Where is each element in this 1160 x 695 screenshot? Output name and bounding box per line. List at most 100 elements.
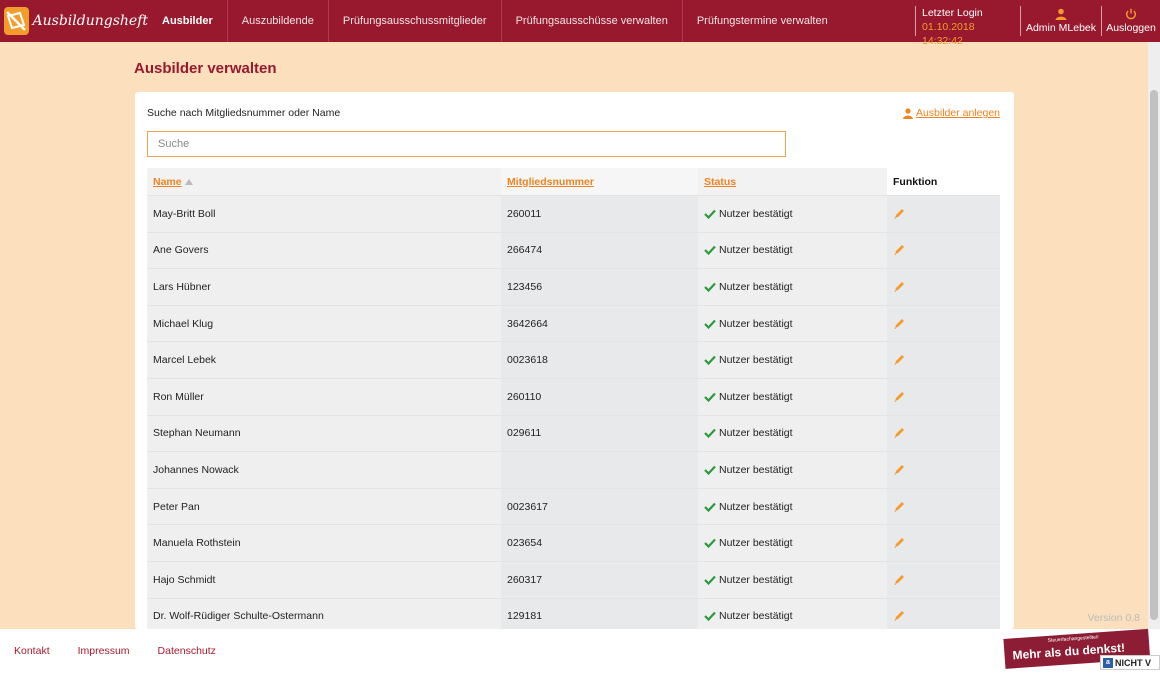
cell-function bbox=[887, 342, 1000, 378]
member-number: 129181 bbox=[507, 610, 543, 623]
search-label: Suche nach Mitgliedsnummer oder Name bbox=[147, 107, 341, 119]
status-text: Nutzer bestätigt bbox=[719, 280, 793, 293]
table-row[interactable]: Ane Govers 266474 Nutzer bestätigt bbox=[147, 232, 1000, 270]
status-text: Nutzer bestätigt bbox=[719, 500, 793, 513]
power-icon bbox=[1126, 8, 1136, 20]
pencil-icon[interactable] bbox=[893, 537, 905, 549]
pencil-icon[interactable] bbox=[893, 208, 905, 220]
footer: Kontakt Impressum Datenschutz Steuerfachan… bbox=[0, 628, 1160, 695]
pencil-icon[interactable] bbox=[893, 244, 905, 256]
cell-member-number: 266474 bbox=[501, 232, 698, 269]
table-row[interactable]: May-Britt Boll 260011 Nutzer bestätigt bbox=[147, 196, 1000, 233]
trainer-name: Dr. Wolf-Rüdiger Schulte-Ostermann bbox=[153, 610, 324, 623]
table-row[interactable]: Michael Klug 3642664 Nutzer bestätigt bbox=[147, 305, 1000, 343]
table-row[interactable]: Ron Müller 260110 Nutzer bestätigt bbox=[147, 378, 1000, 416]
cell-function bbox=[887, 525, 1000, 561]
table-row[interactable]: Johannes Nowack Nutzer bestätigt bbox=[147, 452, 1000, 489]
version-label: Version 0.8 bbox=[1087, 612, 1140, 624]
nav-item-ausbilder[interactable]: Ausbilder bbox=[148, 0, 227, 42]
footer-link-datenschutz[interactable]: Datenschutz bbox=[158, 645, 216, 657]
edit-button[interactable] bbox=[893, 318, 905, 330]
status-text: Nutzer bestätigt bbox=[719, 244, 793, 257]
cell-status: Nutzer bestätigt bbox=[698, 415, 887, 452]
pencil-icon[interactable] bbox=[893, 391, 905, 403]
pencil-icon[interactable] bbox=[893, 427, 905, 439]
cell-function bbox=[887, 269, 1000, 305]
table-row[interactable]: Hajo Schmidt 260317 Nutzer bestätigt bbox=[147, 561, 1000, 599]
member-number: 3642664 bbox=[507, 317, 548, 330]
footer-link-impressum[interactable]: Impressum bbox=[78, 645, 130, 657]
logo-icon bbox=[4, 7, 29, 35]
table-row[interactable]: Stephan Neumann 029611 Nutzer bestätigt bbox=[147, 415, 1000, 453]
edit-button[interactable] bbox=[893, 610, 905, 622]
cell-function bbox=[887, 415, 1000, 452]
last-login-time: 01.10.2018 14:32:42 bbox=[922, 21, 975, 47]
table-row[interactable]: Manuela Rothstein 023654 Nutzer bestätigt bbox=[147, 525, 1000, 562]
pencil-icon[interactable] bbox=[893, 610, 905, 622]
table-row[interactable]: Lars Hübner 123456 Nutzer bestätigt bbox=[147, 269, 1000, 306]
table-row[interactable]: Peter Pan 0023617 Nutzer bestätigt bbox=[147, 488, 1000, 526]
edit-button[interactable] bbox=[893, 574, 905, 586]
pencil-icon[interactable] bbox=[893, 318, 905, 330]
status-text: Nutzer bestätigt bbox=[719, 610, 793, 623]
cell-function bbox=[887, 232, 1000, 269]
sort-by-number-link[interactable]: Mitgliedsnummer bbox=[507, 176, 594, 188]
edit-button[interactable] bbox=[893, 427, 905, 439]
search-input[interactable] bbox=[147, 131, 786, 157]
edit-button[interactable] bbox=[893, 501, 905, 513]
nav-item-prüfungsausschussmitglieder[interactable]: Prüfungsausschussmitglieder bbox=[329, 0, 501, 42]
nicht-verfuegbar-widget[interactable]: a NICHT V bbox=[1100, 655, 1160, 670]
cell-member-number bbox=[501, 452, 698, 488]
trainer-name: Peter Pan bbox=[153, 500, 200, 513]
cell-name: Hajo Schmidt bbox=[147, 561, 501, 598]
column-header-status[interactable]: Status bbox=[698, 168, 887, 195]
table-row[interactable]: Dr. Wolf-Rüdiger Schulte-Ostermann 129181… bbox=[147, 598, 1000, 629]
pencil-icon[interactable] bbox=[893, 574, 905, 586]
sort-by-name-link[interactable]: Name bbox=[153, 176, 182, 188]
user-add-icon bbox=[902, 107, 913, 119]
brand[interactable]: Ausbildungsheft bbox=[0, 0, 148, 42]
pencil-icon[interactable] bbox=[893, 281, 905, 293]
trainer-name: Ane Govers bbox=[153, 244, 209, 257]
nav-item-auszubildende[interactable]: Auszubildende bbox=[228, 0, 328, 42]
logout-button[interactable]: Ausloggen bbox=[1102, 0, 1160, 42]
scrollbar[interactable] bbox=[1148, 42, 1160, 629]
scrollbar-thumb[interactable] bbox=[1150, 90, 1158, 620]
last-login-label: Letzter Login bbox=[922, 7, 983, 19]
cell-name: Michael Klug bbox=[147, 305, 501, 342]
edit-button[interactable] bbox=[893, 354, 905, 366]
edit-button[interactable] bbox=[893, 208, 905, 220]
add-trainer-label: Ausbilder anlegen bbox=[915, 107, 1000, 119]
footer-link-kontakt[interactable]: Kontakt bbox=[14, 645, 50, 657]
check-icon bbox=[704, 612, 716, 622]
cell-status: Nutzer bestätigt bbox=[698, 378, 887, 415]
nav-item-prüfungsausschüsse-verwalten[interactable]: Prüfungsausschüsse verwalten bbox=[502, 0, 682, 42]
edit-button[interactable] bbox=[893, 464, 905, 476]
add-trainer-link[interactable]: Ausbilder anlegen bbox=[902, 107, 1000, 119]
cell-name: Johannes Nowack bbox=[147, 452, 501, 488]
nav-item-prüfungstermine-verwalten[interactable]: Prüfungstermine verwalten bbox=[683, 0, 842, 42]
check-icon bbox=[704, 282, 716, 292]
user-account-button[interactable]: Admin MLebek bbox=[1021, 0, 1101, 42]
edit-button[interactable] bbox=[893, 281, 905, 293]
trainer-table: Name Mitgliedsnummer Status Funktion May… bbox=[147, 168, 1000, 629]
pencil-icon[interactable] bbox=[893, 354, 905, 366]
pencil-icon[interactable] bbox=[893, 501, 905, 513]
status-text: Nutzer bestätigt bbox=[719, 427, 793, 440]
table-row[interactable]: Marcel Lebek 0023618 Nutzer bestätigt bbox=[147, 342, 1000, 379]
column-header-name[interactable]: Name bbox=[147, 168, 501, 195]
column-header-number[interactable]: Mitgliedsnummer bbox=[501, 168, 698, 195]
edit-button[interactable] bbox=[893, 244, 905, 256]
cell-name: Manuela Rothstein bbox=[147, 525, 501, 561]
account-area: Letzter Login 01.10.2018 14:32:42 Admin … bbox=[915, 0, 1160, 47]
main-nav: Ausbilder Auszubildende Prüfungsausschussm… bbox=[148, 0, 842, 42]
cell-member-number: 023654 bbox=[501, 525, 698, 561]
pencil-icon[interactable] bbox=[893, 464, 905, 476]
sort-by-status-link[interactable]: Status bbox=[704, 176, 736, 188]
cell-member-number: 0023617 bbox=[501, 488, 698, 525]
edit-button[interactable] bbox=[893, 537, 905, 549]
cell-function bbox=[887, 452, 1000, 488]
status-text: Nutzer bestätigt bbox=[719, 354, 793, 367]
edit-button[interactable] bbox=[893, 391, 905, 403]
cell-status: Nutzer bestätigt bbox=[698, 452, 887, 488]
